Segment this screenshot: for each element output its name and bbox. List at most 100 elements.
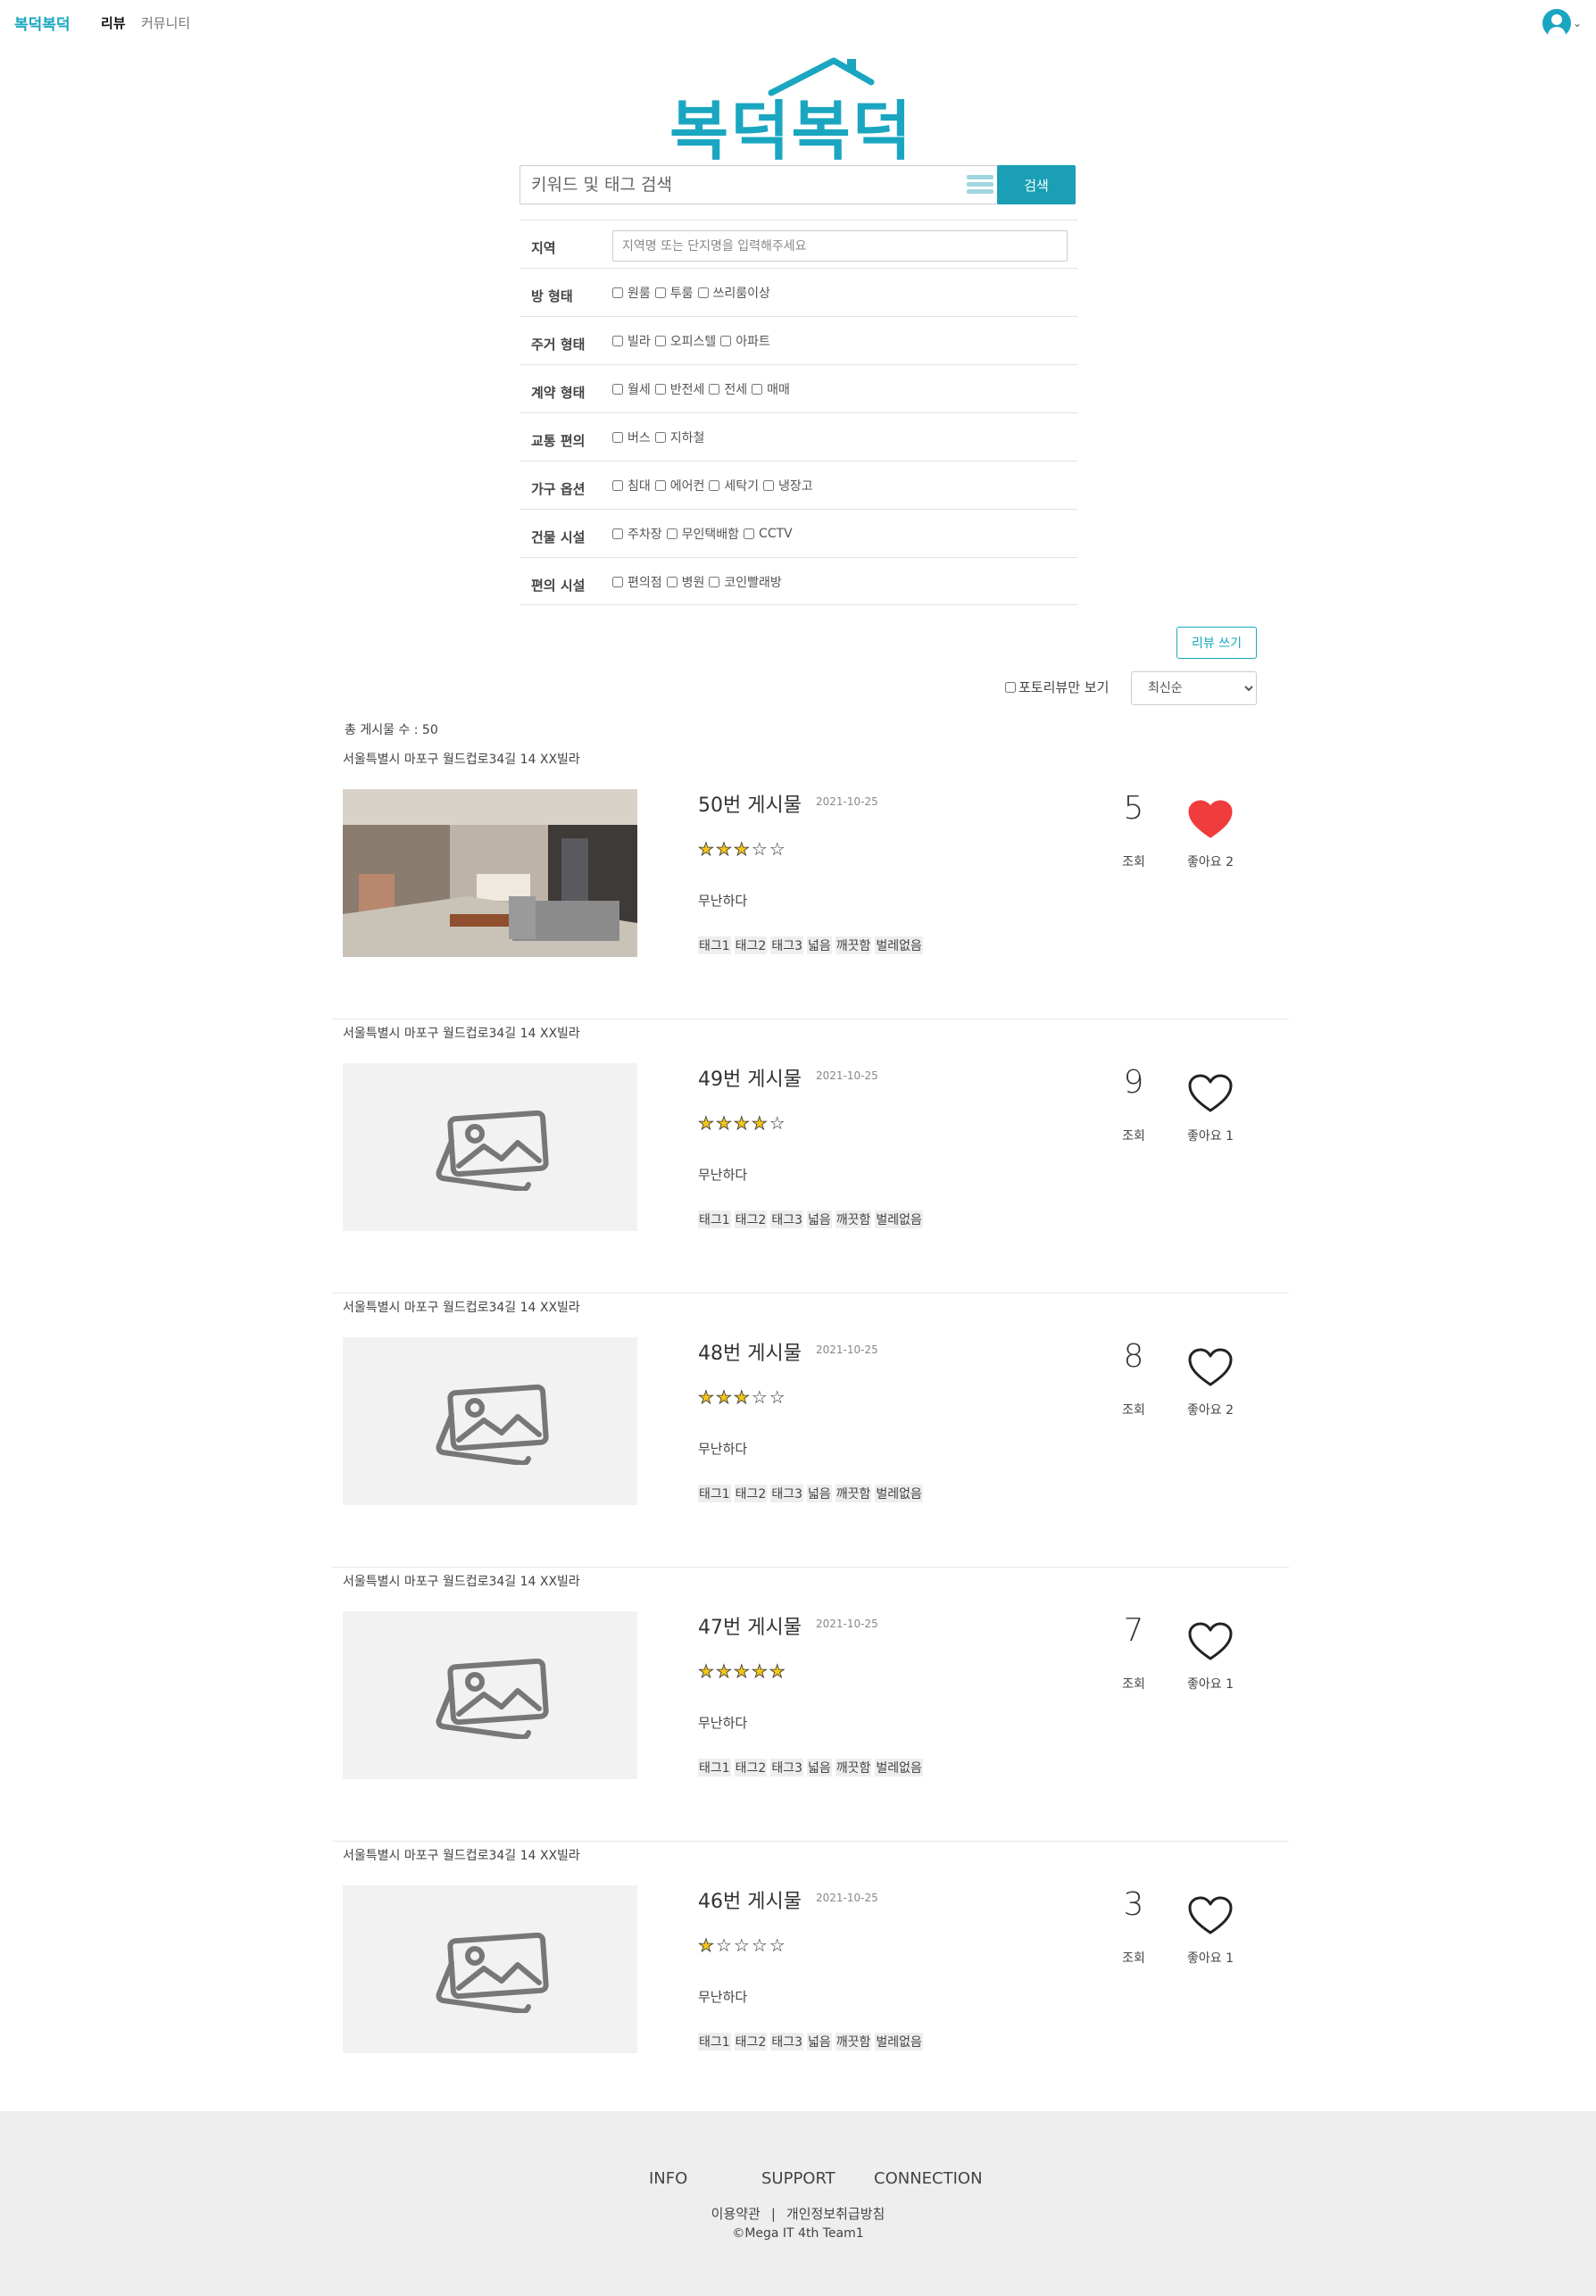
filter-option[interactable]: 매매 — [752, 380, 790, 398]
filter-option[interactable]: 지하철 — [654, 428, 704, 446]
tag[interactable]: 태그2 — [734, 2033, 768, 2051]
review-thumb-placeholder[interactable] — [343, 1611, 637, 1779]
tag[interactable]: 태그3 — [770, 936, 804, 954]
filter-checkbox[interactable] — [709, 480, 720, 491]
brand-link[interactable]: 복덕복덕 — [14, 12, 71, 34]
tag[interactable]: 태그1 — [698, 936, 731, 954]
tag[interactable]: 태그3 — [770, 1759, 804, 1776]
user-circle-icon[interactable] — [1542, 9, 1571, 37]
filter-checkbox[interactable] — [612, 528, 623, 539]
tag[interactable]: 태그2 — [734, 1759, 768, 1776]
tag[interactable]: 태그1 — [698, 1485, 731, 1502]
tag[interactable]: 넓음 — [807, 2033, 832, 2051]
filter-checkbox[interactable] — [666, 577, 677, 587]
tag[interactable]: 깨끗함 — [835, 2033, 872, 2051]
filter-option[interactable]: 월세 — [612, 380, 651, 398]
filter-checkbox[interactable] — [654, 384, 666, 395]
tag[interactable]: 벌레없음 — [875, 1485, 923, 1502]
filter-checkbox[interactable] — [612, 480, 623, 491]
filter-checkbox[interactable] — [612, 384, 623, 395]
tag[interactable]: 벌레없음 — [875, 936, 923, 954]
review-item[interactable]: 서울특별시 마포구 월드컵로34길 14 XX빌라 48번 게시물 2021-10-… — [332, 1294, 1289, 1568]
tag[interactable]: 태그3 — [770, 2033, 804, 2051]
privacy-link[interactable]: 개인정보취급방침 — [786, 2206, 885, 2222]
filter-option[interactable]: 반전세 — [654, 380, 704, 398]
review-photo[interactable] — [343, 789, 637, 957]
filter-option[interactable]: 에어컨 — [654, 477, 704, 495]
terms-link[interactable]: 이용약관 — [711, 2206, 761, 2222]
tag[interactable]: 넓음 — [807, 1759, 832, 1776]
filter-checkbox[interactable] — [763, 480, 775, 491]
tag[interactable]: 태그1 — [698, 1210, 731, 1228]
nav-community-link[interactable]: 커뮤니티 — [141, 13, 190, 32]
filter-option[interactable]: 침대 — [612, 477, 651, 495]
tag[interactable]: 태그2 — [734, 936, 768, 954]
filter-checkbox[interactable] — [654, 287, 666, 298]
review-thumb-placeholder[interactable] — [343, 1337, 637, 1505]
footer-link-info[interactable]: INFO — [649, 2169, 687, 2188]
tag[interactable]: 벌레없음 — [875, 1210, 923, 1228]
footer-link-support[interactable]: SUPPORT — [761, 2169, 835, 2188]
filter-checkbox[interactable] — [612, 432, 623, 443]
filter-checkbox[interactable] — [612, 336, 623, 346]
filter-checkbox[interactable] — [654, 480, 666, 491]
review-item[interactable]: 서울특별시 마포구 월드컵로34길 14 XX빌라 47번 게시물 2021-10-… — [332, 1568, 1289, 1842]
tag[interactable]: 넓음 — [807, 1210, 832, 1228]
review-item[interactable]: 서울특별시 마포구 월드컵로34길 14 XX빌라 50번 게시물 2021-10-… — [332, 745, 1289, 1019]
heart-filled-icon[interactable] — [1187, 799, 1234, 840]
filter-checkbox[interactable] — [654, 336, 666, 346]
filter-option[interactable]: 코인빨래방 — [709, 573, 782, 591]
review-title[interactable]: 48번 게시물 — [698, 1337, 802, 1366]
filter-checkbox[interactable] — [720, 336, 732, 346]
write-review-button[interactable]: 리뷰 쓰기 — [1176, 627, 1257, 659]
filter-checkbox[interactable] — [697, 287, 709, 298]
tag[interactable]: 태그1 — [698, 1759, 731, 1776]
photo-review-checkbox[interactable] — [1005, 681, 1016, 693]
filter-option[interactable]: CCTV — [744, 527, 793, 541]
filter-checkbox[interactable] — [709, 384, 720, 395]
hamburger-menu-icon[interactable] — [967, 175, 993, 195]
filter-checkbox[interactable] — [612, 287, 623, 298]
tag[interactable]: 태그3 — [770, 1485, 804, 1502]
user-menu[interactable]: ⌄ — [1542, 9, 1582, 37]
tag[interactable]: 깨끗함 — [835, 1759, 872, 1776]
filter-checkbox[interactable] — [744, 528, 755, 539]
heart-outline-icon[interactable] — [1187, 1073, 1234, 1114]
filter-checkbox[interactable] — [666, 528, 677, 539]
review-item[interactable]: 서울특별시 마포구 월드컵로34길 14 XX빌라 46번 게시물 2021-10-… — [332, 1842, 1289, 2116]
review-thumb-placeholder[interactable] — [343, 1063, 637, 1231]
region-input[interactable] — [612, 230, 1068, 262]
heart-outline-icon[interactable] — [1187, 1895, 1234, 1936]
filter-checkbox[interactable] — [709, 577, 720, 587]
tag[interactable]: 벌레없음 — [875, 1759, 923, 1776]
tag[interactable]: 깨끗함 — [835, 1210, 872, 1228]
footer-link-connection[interactable]: CONNECTION — [874, 2169, 983, 2188]
tag[interactable]: 태그1 — [698, 2033, 731, 2051]
filter-option[interactable]: 편의점 — [612, 573, 662, 591]
filter-option[interactable]: 원룸 — [612, 284, 651, 302]
review-title[interactable]: 46번 게시물 — [698, 1885, 802, 1914]
tag[interactable]: 태그3 — [770, 1210, 804, 1228]
tag[interactable]: 넓음 — [807, 936, 832, 954]
filter-checkbox[interactable] — [654, 432, 666, 443]
filter-option[interactable]: 투룸 — [654, 284, 694, 302]
heart-outline-icon[interactable] — [1187, 1347, 1234, 1388]
tag[interactable]: 넓음 — [807, 1485, 832, 1502]
filter-checkbox[interactable] — [612, 577, 623, 587]
nav-review-link[interactable]: 리뷰 — [101, 13, 126, 32]
filter-option[interactable]: 빌라 — [612, 332, 651, 350]
filter-option[interactable]: 아파트 — [720, 332, 770, 350]
filter-option[interactable]: 세탁기 — [709, 477, 759, 495]
filter-option[interactable]: 쓰리룸이상 — [697, 284, 770, 302]
filter-option[interactable]: 무인택배함 — [666, 525, 739, 543]
search-button[interactable]: 검색 — [997, 165, 1076, 204]
filter-checkbox[interactable] — [752, 384, 763, 395]
filter-option[interactable]: 전세 — [709, 380, 747, 398]
heart-outline-icon[interactable] — [1187, 1621, 1234, 1662]
tag[interactable]: 벌레없음 — [875, 2033, 923, 2051]
search-input[interactable] — [531, 166, 942, 204]
review-title[interactable]: 47번 게시물 — [698, 1611, 802, 1640]
tag[interactable]: 깨끗함 — [835, 936, 872, 954]
chevron-down-icon[interactable]: ⌄ — [1573, 17, 1582, 29]
review-thumb-placeholder[interactable] — [343, 1885, 637, 2053]
